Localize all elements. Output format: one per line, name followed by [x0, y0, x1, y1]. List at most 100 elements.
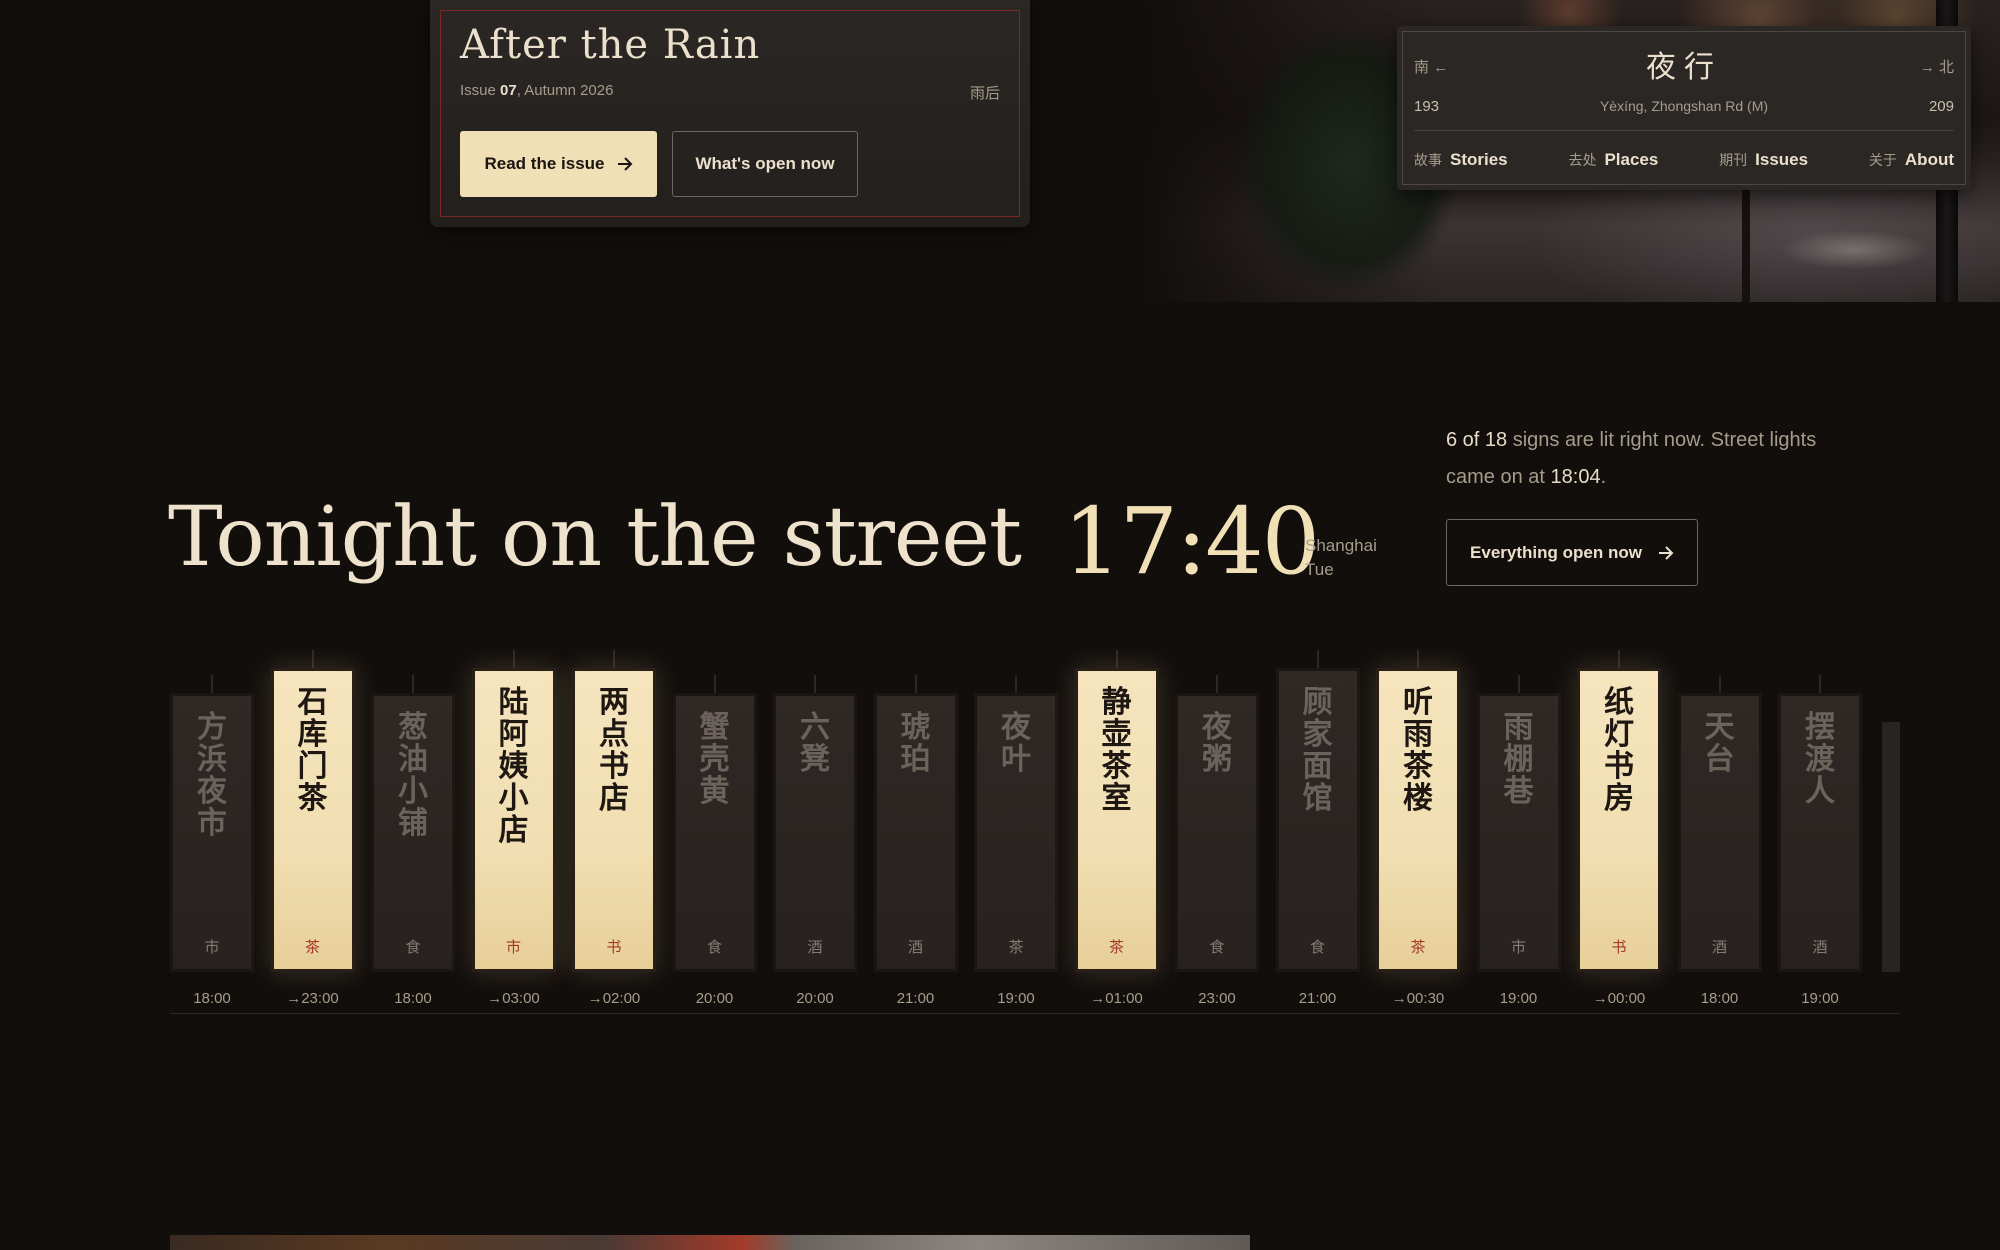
shop-sign[interactable]: 天台酒 18:00 — [1677, 650, 1762, 1010]
shop-sign[interactable]: 陆阿姨小店市 →03:00 — [471, 650, 556, 1010]
shop-sign[interactable]: 方浜夜市市 18:00 — [170, 650, 254, 1010]
shop-sign[interactable]: 蟹壳黄食 20:00 — [672, 650, 757, 1010]
sign-name: 静壶茶室 — [1101, 685, 1132, 816]
sign-hours: 20:00 — [796, 990, 834, 1007]
tonight-heading: Tonight on the street — [168, 490, 1022, 585]
sign-board-lit: 静壶茶室茶 — [1074, 668, 1159, 972]
next-section-photo-strip — [170, 1235, 1250, 1250]
nav-link-en: Issues — [1755, 150, 1809, 169]
sign-hanger-wire — [914, 675, 917, 693]
sign-board-lit: 纸灯书房书 — [1577, 668, 1661, 972]
shop-sign[interactable]: 琥珀酒 21:00 — [873, 650, 958, 1010]
sign-name: 顾家面馆 — [1302, 685, 1333, 816]
nav-link-cn: 关于 — [1868, 152, 1897, 168]
sign-board-lit: 两点书店书 — [572, 668, 656, 972]
lit-status-end: . — [1600, 466, 1607, 488]
shop-sign[interactable]: 听雨茶楼茶 →00:30 — [1376, 650, 1460, 1010]
nav-north-link[interactable]: → 北 — [1920, 56, 1954, 77]
whats-open-button[interactable]: What's open now — [672, 131, 858, 197]
clock-city: Shanghai — [1305, 536, 1377, 555]
sign-board-lit: 听雨茶楼茶 — [1376, 668, 1460, 972]
street-clock: 17:40 — [1063, 488, 1320, 595]
nav-link-en: Places — [1604, 150, 1659, 169]
sign-hanger-wire — [1618, 650, 1620, 668]
sign-hours: 21:00 — [1298, 990, 1337, 1007]
sign-name: 方浜夜市 — [197, 710, 227, 841]
shop-sign[interactable]: 雨棚巷市 19:00 — [1476, 650, 1561, 1010]
sign-name: 夜叶 — [1001, 710, 1031, 777]
sign-board-unlit: 六凳酒 — [773, 693, 857, 972]
lit-count: 6 of 18 — [1446, 429, 1508, 451]
sign-hours: →23:00 — [286, 990, 339, 1007]
sign-name: 石库门茶 — [297, 685, 328, 816]
shop-sign[interactable]: 摆渡人酒 19:00 — [1778, 650, 1862, 1010]
issue-meta: Issue 07, Autumn 2026 — [460, 82, 613, 99]
wet-road-reflection — [1780, 230, 1930, 270]
shop-sign[interactable]: 静壶茶室茶 →01:00 — [1074, 650, 1159, 1010]
shop-sign[interactable]: 夜粥食 23:00 — [1175, 650, 1259, 1010]
sign-board-lit: 石库门茶茶 — [270, 668, 355, 972]
sign-hours: 19:00 — [1499, 990, 1538, 1007]
shop-sign[interactable]: 葱油小铺食 18:00 — [371, 650, 455, 1010]
sign-hours: 18:00 — [193, 990, 231, 1007]
sign-name: 葱油小铺 — [398, 710, 428, 841]
sign-name: 蟹壳黄 — [699, 710, 730, 809]
read-issue-button[interactable]: Read the issue — [460, 131, 657, 197]
sign-hanger-wire — [1015, 675, 1017, 693]
sign-hours: 19:00 — [997, 990, 1035, 1007]
sign-hanger-wire — [814, 675, 816, 693]
sign-category: 酒 — [1812, 938, 1828, 956]
sign-category: 市 — [1510, 938, 1526, 956]
street-number-right: 209 — [1928, 98, 1954, 115]
sign-hours: 20:00 — [695, 990, 734, 1007]
nav-link-cn: 去处 — [1568, 152, 1597, 168]
nav-link-cn: 故事 — [1414, 152, 1442, 168]
street-lights-time: 18:04 — [1550, 466, 1601, 488]
nav-link-stories[interactable]: 故事 Stories — [1414, 150, 1508, 170]
sign-board-unlit: 雨棚巷市 — [1476, 693, 1561, 972]
sign-category: 书 — [606, 938, 622, 956]
sign-hours: 18:00 — [1700, 990, 1739, 1007]
issue-card: After the Rain Issue 07, Autumn 2026 雨后 … — [430, 0, 1030, 227]
shop-sign[interactable]: 石库门茶茶 →23:00 — [270, 650, 355, 1010]
sign-hours: 23:00 — [1198, 990, 1236, 1007]
sign-hours: →00:00 — [1592, 990, 1646, 1007]
sign-name: 雨棚巷 — [1503, 710, 1534, 809]
sign-hours: 19:00 — [1801, 990, 1839, 1007]
everything-open-button[interactable]: Everything open now — [1446, 519, 1698, 586]
sign-hours: 18:00 — [394, 990, 432, 1007]
shop-sign[interactable]: 纸灯书房书 →00:00 — [1577, 650, 1661, 1010]
sign-board-lit: 陆阿姨小店市 — [471, 668, 556, 972]
shop-sign[interactable]: 顾家面馆食 21:00 — [1275, 650, 1360, 1010]
site-nav-card: 南 ← 夜行 → 北 193 Yèxíng, Zhongshan Rd (M) … — [1397, 26, 1971, 190]
sign-category: 市 — [204, 938, 220, 956]
signs-baseline — [170, 1013, 1900, 1014]
shop-sign[interactable]: 两点书店书 →02:00 — [572, 650, 656, 1010]
nav-link-about[interactable]: 关于 About — [1869, 150, 1954, 170]
nav-divider — [1414, 130, 1954, 131]
sign-category: 茶 — [304, 938, 320, 956]
sign-name: 纸灯书房 — [1604, 685, 1634, 816]
clock-day: Tue — [1305, 560, 1334, 579]
sign-hanger-wire — [512, 650, 515, 668]
sign-category: 茶 — [1108, 938, 1124, 956]
nav-link-issues[interactable]: 期刊 Issues — [1719, 150, 1808, 170]
sign-category: 食 — [1209, 938, 1225, 956]
sign-hanger-wire — [1718, 675, 1721, 693]
sign-category: 酒 — [807, 938, 823, 956]
sign-partial-edge — [1882, 722, 1900, 972]
nav-links: 故事 Stories 去处 Places 期刊 Issues 关于 About — [1414, 150, 1954, 170]
sign-hanger-wire — [1417, 650, 1419, 668]
site-logo[interactable]: 夜行 — [1397, 42, 1971, 86]
nav-link-en: About — [1904, 150, 1954, 169]
nav-link-places[interactable]: 去处 Places — [1568, 150, 1658, 170]
sign-hanger-wire — [1517, 675, 1520, 693]
shop-sign[interactable]: 六凳酒 20:00 — [773, 650, 857, 1010]
clock-location: Shanghai Tue — [1305, 534, 1377, 582]
sign-name: 夜粥 — [1202, 710, 1232, 777]
nav-link-cn: 期刊 — [1719, 152, 1748, 168]
sign-hours: →00:30 — [1391, 990, 1445, 1007]
sign-hours: →02:00 — [587, 990, 641, 1007]
shop-sign[interactable]: 夜叶茶 19:00 — [974, 650, 1058, 1010]
sign-category: 茶 — [1008, 938, 1024, 956]
